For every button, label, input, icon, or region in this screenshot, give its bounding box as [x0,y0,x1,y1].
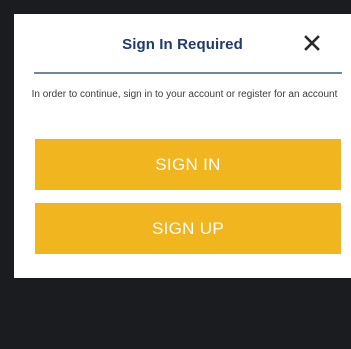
sign-in-required-dialog: Sign In Required In order to continue, s… [14,14,351,278]
close-button[interactable] [302,33,322,53]
header-divider [34,72,342,74]
app-screen: Sign In Required In order to continue, s… [0,0,351,349]
sign-up-button[interactable]: SIGN UP [35,203,341,254]
close-icon [304,35,320,51]
sign-in-button[interactable]: SIGN IN [35,139,341,190]
dialog-message: In order to continue, sign in to your ac… [31,89,338,100]
dialog-header: Sign In Required [14,14,351,72]
dialog-title: Sign In Required [122,36,243,53]
